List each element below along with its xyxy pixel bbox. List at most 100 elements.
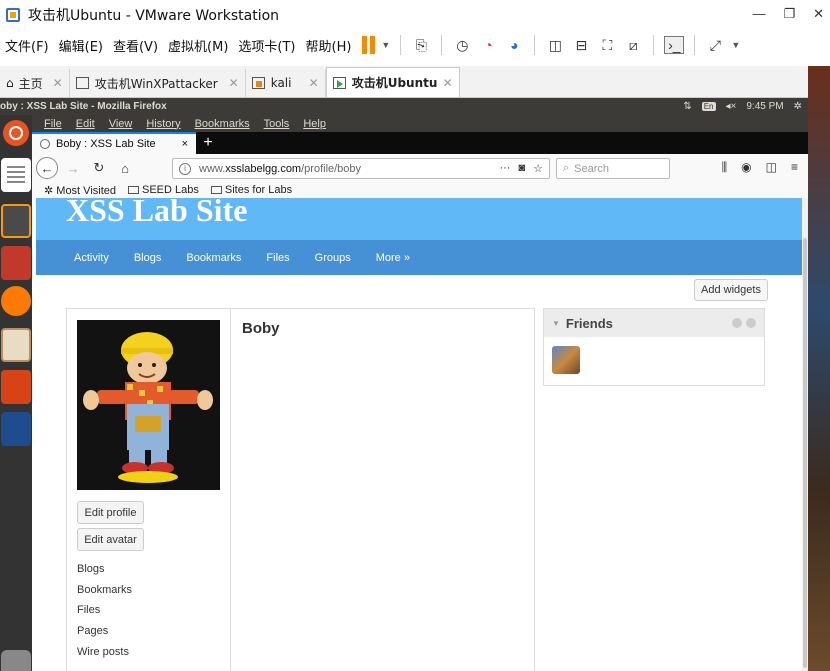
tab-close-icon[interactable]: ✕ xyxy=(309,76,319,90)
account-icon[interactable]: ◉ xyxy=(741,160,751,175)
vmware-menu-bar: 文件(F) 编辑(E) 查看(V) 虚拟机(M) 选项卡(T) 帮助(H) ▼ … xyxy=(0,30,830,60)
volume-icon[interactable]: ◂× xyxy=(726,101,737,112)
add-widgets-button[interactable]: Add widgets xyxy=(694,279,768,301)
sidebar-icon[interactable]: ◫ xyxy=(766,160,777,175)
owner-link-files[interactable]: Files xyxy=(77,604,100,616)
trash-icon[interactable] xyxy=(1,650,31,671)
files-icon[interactable] xyxy=(1,328,31,362)
url-bar[interactable]: i www. xsslabelgg.com/profile/boby ··· ◙ … xyxy=(172,158,550,179)
scrollbar-thumb[interactable] xyxy=(803,238,807,668)
ff-menu-tools[interactable]: Tools xyxy=(264,118,290,130)
menu-vm[interactable]: 虚拟机(M) xyxy=(163,36,233,55)
page-actions-icon[interactable]: ··· xyxy=(499,162,510,175)
owner-link-pages[interactable]: Pages xyxy=(77,625,108,637)
nav-blogs[interactable]: Blogs xyxy=(134,252,162,264)
nav-groups[interactable]: Groups xyxy=(315,252,351,264)
settings-gear-icon[interactable]: ✲ xyxy=(794,101,802,112)
widget-close-icon[interactable] xyxy=(746,318,756,328)
network-icon[interactable]: ⇅ xyxy=(683,101,691,112)
avatar-figure-icon xyxy=(77,320,220,490)
friends-widget: ▼ Friends xyxy=(543,308,765,386)
system-settings-icon[interactable] xyxy=(1,370,31,404)
menu-view[interactable]: 查看(V) xyxy=(108,36,163,55)
avatar[interactable] xyxy=(77,320,220,490)
nav-files[interactable]: Files xyxy=(266,252,289,264)
bookmark-most-visited[interactable]: ✲ Most Visited xyxy=(44,184,116,197)
stretch-icon[interactable]: ⤢ xyxy=(705,36,725,54)
forward-button[interactable]: → xyxy=(62,157,84,179)
owner-link-bookmarks[interactable]: Bookmarks xyxy=(77,584,132,596)
tab-close-icon[interactable]: ✕ xyxy=(53,76,63,90)
site-name[interactable]: XSS Lab Site xyxy=(66,198,247,229)
wireshark-icon[interactable] xyxy=(1,412,31,446)
menu-file[interactable]: 文件(F) xyxy=(0,36,54,55)
ff-menu-view[interactable]: View xyxy=(109,118,133,130)
site-nav: Activity Blogs Bookmarks Files Groups Mo… xyxy=(36,240,802,275)
friend-avatar[interactable] xyxy=(552,346,580,374)
stretch-dropdown-icon[interactable]: ▼ xyxy=(731,40,740,50)
vm-running-icon xyxy=(332,76,346,89)
ff-menu-edit[interactable]: Edit xyxy=(76,118,95,130)
friends-widget-header: ▼ Friends xyxy=(544,309,764,337)
reload-button[interactable]: ↻ xyxy=(88,157,110,179)
clock[interactable]: 9:45 PM xyxy=(746,101,783,112)
new-tab-button[interactable]: + xyxy=(196,132,220,154)
ubuntu-dash-icon[interactable] xyxy=(3,120,29,146)
library-icon[interactable]: ⫼ xyxy=(722,160,728,175)
owner-link-blogs[interactable]: Blogs xyxy=(77,563,105,575)
keyboard-indicator[interactable]: En xyxy=(701,102,716,111)
sublime-text-icon[interactable] xyxy=(1,204,31,238)
tab-ubuntu-attacker[interactable]: 攻击机Ubuntu ✕ xyxy=(325,67,460,97)
bookmark-star-icon[interactable]: ☆ xyxy=(533,162,543,175)
site-info-icon[interactable]: i xyxy=(179,162,191,175)
thumbnail-view-icon[interactable]: ⊟ xyxy=(571,36,591,54)
bookmark-seed-labs[interactable]: SEED Labs xyxy=(128,184,199,196)
browser-tab-close-icon[interactable]: × xyxy=(182,138,188,150)
nav-more[interactable]: More » xyxy=(376,252,410,264)
close-button[interactable]: ✕ xyxy=(813,6,824,22)
ff-menu-file[interactable]: File xyxy=(44,118,62,130)
console-view-icon[interactable]: ›_ xyxy=(664,36,685,54)
hamburger-menu-icon[interactable]: ≡ xyxy=(791,160,798,175)
pause-dropdown-icon[interactable]: ▼ xyxy=(381,40,390,50)
ff-menu-help[interactable]: Help xyxy=(303,118,326,130)
terminal-icon[interactable] xyxy=(1,246,31,280)
tab-winxp-attacker[interactable]: 攻击机WinXPattacker ✕ xyxy=(69,69,246,97)
url-domain: xsslabelgg.com xyxy=(225,162,302,175)
edit-profile-button[interactable]: Edit profile xyxy=(77,501,144,524)
firefox-icon[interactable] xyxy=(1,286,31,316)
owner-link-wire-posts[interactable]: Wire posts xyxy=(77,646,129,658)
tab-close-icon[interactable]: ✕ xyxy=(443,76,453,90)
ff-menu-history[interactable]: History xyxy=(146,118,180,130)
snapshot-icon[interactable]: ◷ xyxy=(452,36,472,54)
sidebar-view-icon[interactable]: ◫ xyxy=(545,36,565,54)
widget-settings-icon[interactable] xyxy=(732,318,742,328)
tab-home[interactable]: ⌂ 主页 ✕ xyxy=(0,69,70,97)
collapse-icon[interactable]: ▼ xyxy=(552,319,560,328)
pocket-icon[interactable]: ◙ xyxy=(518,162,525,175)
nav-bookmarks[interactable]: Bookmarks xyxy=(186,252,241,264)
tab-kali[interactable]: kali ✕ xyxy=(245,69,326,97)
menu-tabs[interactable]: 选项卡(T) xyxy=(233,36,300,55)
minimize-button[interactable]: — xyxy=(752,6,765,22)
unity-icon[interactable]: ⧄ xyxy=(623,36,643,54)
pause-icon[interactable] xyxy=(362,36,376,54)
search-input[interactable]: ⌕ Search xyxy=(556,158,670,179)
nav-activity[interactable]: Activity xyxy=(74,252,109,264)
full-screen-icon[interactable]: ⛶ xyxy=(597,36,617,54)
menu-edit[interactable]: 编辑(E) xyxy=(54,36,108,55)
bookmark-sites-for-labs[interactable]: Sites for Labs xyxy=(210,184,292,196)
ff-menu-bookmarks[interactable]: Bookmarks xyxy=(195,118,250,130)
text-editor-icon[interactable] xyxy=(1,158,31,192)
menu-help[interactable]: 帮助(H) xyxy=(301,36,357,55)
restore-button[interactable]: ❐ xyxy=(783,6,795,22)
send-ctrl-alt-del-icon[interactable]: ⎘ xyxy=(411,36,431,54)
snapshot-manager-icon[interactable]: ◕ xyxy=(504,36,524,54)
toolbar-divider xyxy=(694,35,696,55)
revert-snapshot-icon[interactable]: ◔ xyxy=(478,36,498,54)
edit-avatar-button[interactable]: Edit avatar xyxy=(77,528,144,551)
tab-close-icon[interactable]: ✕ xyxy=(229,76,239,90)
home-button[interactable]: ⌂ xyxy=(114,157,136,179)
browser-tab[interactable]: Boby : XSS Lab Site × xyxy=(32,132,196,154)
back-button[interactable]: ← xyxy=(36,157,58,179)
